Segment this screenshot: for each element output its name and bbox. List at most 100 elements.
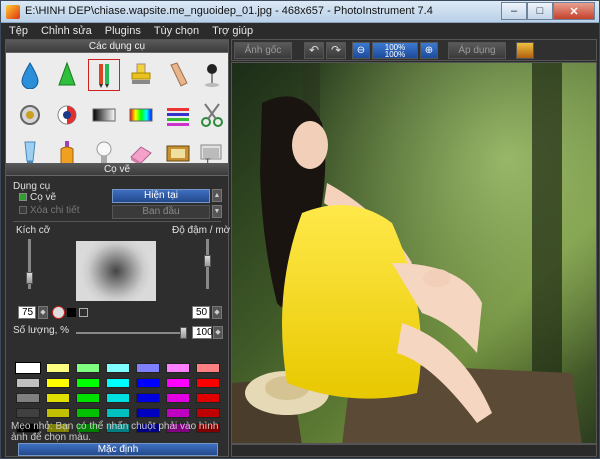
stamp-tool-icon[interactable] (125, 59, 157, 91)
opacity-slider-thumb[interactable] (204, 255, 211, 267)
size-value[interactable]: 75 (18, 306, 36, 319)
color-swatch[interactable] (46, 363, 70, 373)
minimize-button[interactable]: – (501, 2, 527, 20)
image-toolbar: Ảnh gốc ↶ ↷ ⊖ 100% 100% ⊕ Áp dụng (231, 39, 597, 61)
app-icon (6, 5, 20, 19)
color-swatch[interactable] (16, 393, 40, 403)
app-window: E:\HINH DEP\chiase.wapsite.me_nguoidep_0… (0, 0, 600, 459)
color-swatch[interactable] (106, 408, 130, 418)
color-swatch[interactable] (166, 408, 190, 418)
original-button[interactable]: Ban đầu (112, 205, 210, 219)
menu-file[interactable]: Tệp (9, 25, 28, 37)
lines-tool-icon[interactable] (162, 99, 194, 131)
color-swatch[interactable] (46, 378, 70, 388)
brush-panel-title: Cọ vẽ (6, 163, 228, 176)
menu-options[interactable]: Tùy chọn (154, 25, 199, 37)
image-canvas[interactable] (231, 62, 597, 444)
current-button[interactable]: Hiện tại (112, 189, 210, 203)
color-swatch[interactable] (136, 393, 160, 403)
zoom-text-bottom: 100% (384, 50, 406, 59)
finger-tool-icon[interactable] (162, 59, 194, 91)
color-swatch[interactable] (196, 408, 220, 418)
title-bar: E:\HINH DEP\chiase.wapsite.me_nguoidep_0… (1, 1, 599, 23)
eye-tool-icon[interactable] (51, 99, 83, 131)
default-button[interactable]: Mặc định (18, 443, 218, 456)
brush-preview (76, 241, 156, 301)
quantity-value[interactable]: 100 (192, 326, 213, 339)
color-swatch[interactable] (15, 362, 41, 374)
tools-grid: T (6, 53, 228, 171)
apply-button[interactable]: Áp dụng (448, 42, 506, 59)
drop-tool-icon[interactable] (14, 59, 46, 91)
lens-tool-icon[interactable] (14, 99, 46, 131)
menu-bar: Tệp Chỉnh sửa Plugins Tùy chọn Trợ giúp (1, 23, 599, 39)
undo-icon[interactable]: ↶ (304, 42, 324, 59)
brush-tool-icon[interactable] (88, 59, 120, 91)
erase-option-label: Xóa chi tiết (30, 205, 80, 216)
menu-plugins[interactable]: Plugins (105, 25, 141, 37)
scroll-up-arrow[interactable]: ▲ (212, 189, 222, 202)
original-image-button[interactable]: Ảnh gốc (234, 42, 292, 59)
opacity-label: Độ đậm / mờ (172, 225, 231, 236)
cone-tool-icon[interactable] (51, 59, 83, 91)
before-after-icon[interactable] (516, 42, 534, 59)
color-swatch[interactable] (136, 408, 160, 418)
erase-checkbox[interactable] (19, 206, 27, 214)
quantity-label: Số lượng, % (13, 325, 70, 336)
color-swatch[interactable] (166, 363, 190, 373)
color-swatch[interactable] (196, 393, 220, 403)
round-brush-icon[interactable] (52, 306, 65, 319)
color-swatch[interactable] (16, 408, 40, 418)
opacity-spinner[interactable]: ◆ (212, 306, 222, 319)
redo-icon[interactable]: ↷ (326, 42, 346, 59)
horizontal-scrollbar[interactable] (231, 444, 597, 457)
color-swatch[interactable] (196, 363, 220, 373)
close-button[interactable]: ✕ (553, 2, 595, 20)
tool-label: Dụng cụ (13, 181, 51, 192)
quantity-slider-track (76, 332, 184, 334)
menu-edit[interactable]: Chỉnh sửa (41, 25, 92, 37)
color-swatch[interactable] (76, 363, 100, 373)
scissors-tool-icon[interactable] (196, 99, 228, 131)
window-title: E:\HINH DEP\chiase.wapsite.me_nguoidep_0… (25, 5, 433, 17)
zoom-out-icon[interactable]: ⊖ (352, 42, 370, 59)
color-swatch[interactable] (136, 378, 160, 388)
hint-text: Mẹo nhỏ: Bạn có thể nhấn chuột phải vào … (11, 421, 219, 443)
color-swatch[interactable] (196, 378, 220, 388)
size-slider-thumb[interactable] (26, 272, 33, 284)
quantity-slider-thumb[interactable] (180, 327, 187, 339)
color-swatch[interactable] (46, 393, 70, 403)
tools-panel-title: Các dụng cụ (6, 40, 228, 53)
brush-option-label: Cọ vẽ (30, 192, 57, 203)
size-spinner[interactable]: ◆ (38, 306, 48, 319)
color-swatch[interactable] (166, 393, 190, 403)
color-swatch[interactable] (166, 378, 190, 388)
color-swatch[interactable] (46, 408, 70, 418)
brush-radio[interactable] (19, 193, 27, 201)
maximize-button[interactable]: □ (527, 2, 553, 20)
color-swatch[interactable] (136, 363, 160, 373)
quantity-spinner[interactable]: ◆ (213, 326, 223, 339)
brush-settings: Cọ vẽ Dụng cụ Cọ vẽ Xóa chi tiết Hiện tạ… (6, 163, 231, 456)
color-swatch[interactable] (76, 393, 100, 403)
square-brush-icon[interactable] (67, 308, 76, 317)
spectrum-tool-icon[interactable] (125, 99, 157, 131)
scroll-down-arrow[interactable]: ▼ (212, 205, 222, 218)
color-swatch[interactable] (106, 378, 130, 388)
color-swatch[interactable] (106, 363, 130, 373)
gradient-tool-icon[interactable] (88, 99, 120, 131)
zoom-level[interactable]: 100% 100% (372, 42, 418, 59)
menu-help[interactable]: Trợ giúp (212, 25, 253, 37)
divider (13, 221, 221, 222)
color-swatch[interactable] (106, 393, 130, 403)
zoom-in-icon[interactable]: ⊕ (420, 42, 438, 59)
size-label: Kích cỡ (16, 225, 51, 236)
pin-tool-icon[interactable] (196, 59, 228, 91)
color-swatch[interactable] (76, 408, 100, 418)
frame-brush-icon[interactable] (79, 308, 88, 317)
photo-image (232, 63, 596, 443)
color-swatch[interactable] (76, 378, 100, 388)
left-panel: Các dụng cụ Cọ vẽ Dụng cụ Cọ vẽ Xóa chi … (5, 39, 231, 457)
opacity-value[interactable]: 50 (192, 306, 210, 319)
color-swatch[interactable] (16, 378, 40, 388)
